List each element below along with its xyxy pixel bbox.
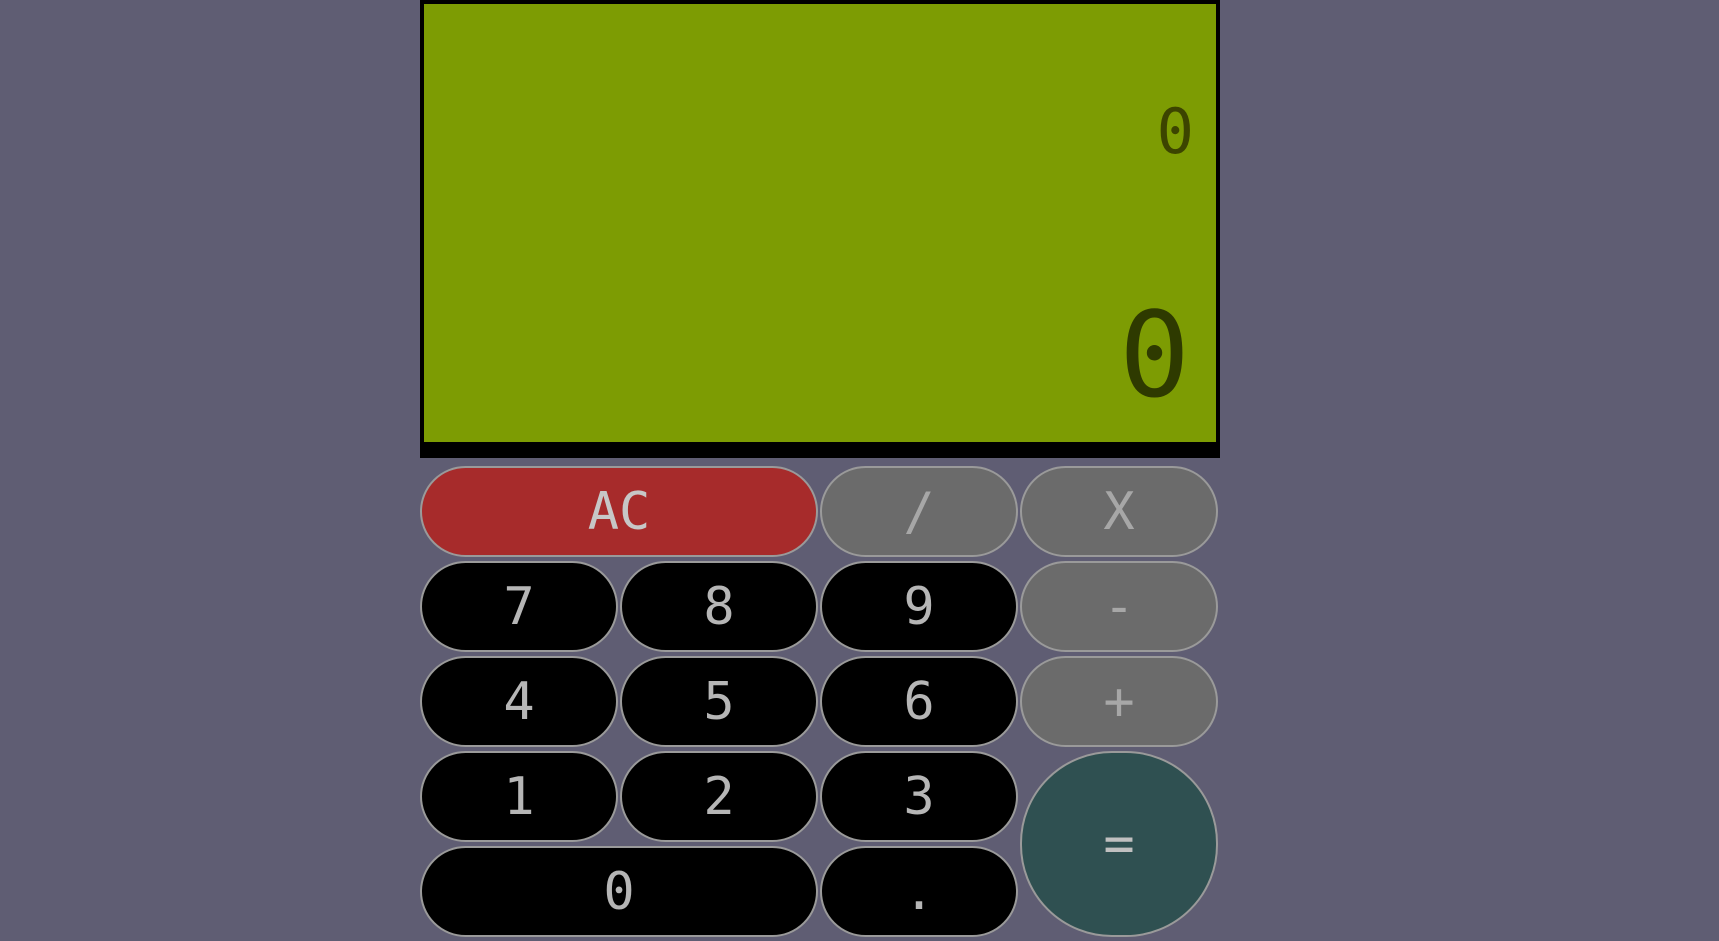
digit-9-button[interactable]: 9 [820,561,1018,652]
digit-8-button[interactable]: 8 [620,561,818,652]
add-button[interactable]: + [1020,656,1218,747]
current-value: 0 [1118,286,1190,424]
calculator: 0 0 AC / X 7 8 9 - 4 5 6 + 1 2 3 = 0 . [420,0,1220,941]
digit-1-button[interactable]: 1 [420,751,618,842]
digit-7-button[interactable]: 7 [420,561,618,652]
multiply-button[interactable]: X [1020,466,1218,557]
digit-0-button[interactable]: 0 [420,846,818,937]
digit-6-button[interactable]: 6 [820,656,1018,747]
subtract-button[interactable]: - [1020,561,1218,652]
decimal-button[interactable]: . [820,846,1018,937]
digit-4-button[interactable]: 4 [420,656,618,747]
divide-button[interactable]: / [820,466,1018,557]
previous-value: 0 [1156,95,1194,168]
keypad: AC / X 7 8 9 - 4 5 6 + 1 2 3 = 0 . [420,466,1220,941]
calculator-display: 0 0 [420,0,1220,458]
digit-5-button[interactable]: 5 [620,656,818,747]
digit-2-button[interactable]: 2 [620,751,818,842]
equals-button[interactable]: = [1020,751,1218,937]
clear-button[interactable]: AC [420,466,818,557]
digit-3-button[interactable]: 3 [820,751,1018,842]
